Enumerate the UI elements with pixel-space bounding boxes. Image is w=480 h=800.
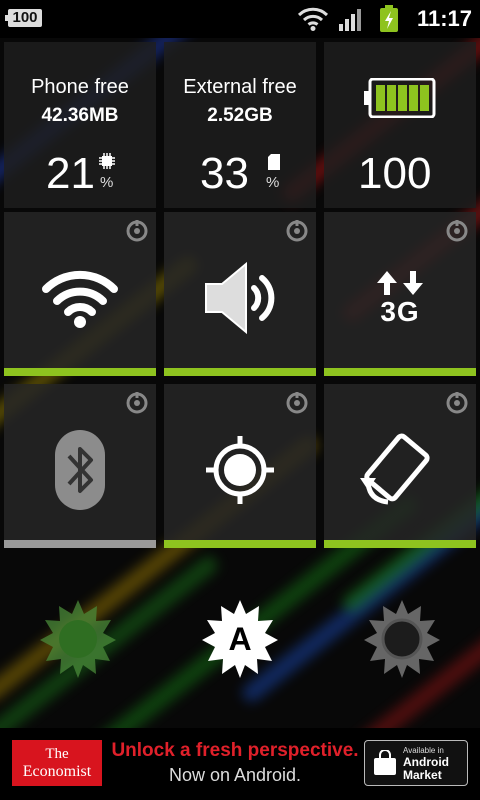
phone-free-value: 42.36MB <box>41 105 119 126</box>
gps-crosshair-icon <box>206 436 274 504</box>
market-small-text: Available in <box>403 746 444 755</box>
ad-banner[interactable]: The Economist Unlock a fresh perspective… <box>0 728 480 800</box>
mobile-data-toggle[interactable]: 3G <box>324 212 476 376</box>
ad-subline: Now on Android. <box>168 765 302 785</box>
auto-rotate-toggle[interactable] <box>324 384 476 548</box>
battery-status-icon: 100 <box>5 9 42 27</box>
brightness-auto-label: A <box>228 621 251 657</box>
sound-state-bar <box>164 368 316 376</box>
market-name-line2: Market <box>403 768 442 782</box>
external-free-percent: 33 <box>200 149 249 198</box>
market-name-line1: Android <box>403 755 449 769</box>
brightness-low-button[interactable] <box>38 598 118 678</box>
bluetooth-toggle[interactable] <box>4 384 156 548</box>
brightness-auto-button[interactable]: A <box>200 598 280 678</box>
bluetooth-state-bar <box>4 540 156 548</box>
sd-card-icon <box>268 154 280 170</box>
gps-toggle[interactable] <box>164 384 316 548</box>
settings-indicator-icon <box>446 392 468 414</box>
battery-full-icon <box>364 78 436 118</box>
external-free-label: External free <box>183 76 297 98</box>
external-storage-tile[interactable]: External free 2.52GB 33 % <box>164 42 316 208</box>
network-type-label: 3G <box>380 296 420 327</box>
ad-headline: Unlock a fresh perspective. <box>111 740 359 761</box>
clock: 11:17 <box>416 6 472 31</box>
wifi-toggle[interactable] <box>4 212 156 376</box>
settings-indicator-icon <box>286 392 308 414</box>
battery-tile[interactable]: 100 <box>324 42 476 208</box>
phone-free-percent: 21 <box>46 149 95 198</box>
screen-rotate-icon <box>360 433 430 505</box>
brightness-high-button[interactable] <box>362 598 442 678</box>
economist-logo: The Economist <box>12 740 102 786</box>
sound-toggle[interactable] <box>164 212 316 376</box>
external-percent-sign: % <box>266 174 280 191</box>
settings-indicator-icon <box>126 392 148 414</box>
android-market-badge[interactable]: Available in Android Market <box>364 740 468 786</box>
wifi-state-bar <box>4 368 156 376</box>
settings-indicator-icon <box>126 220 148 242</box>
external-free-value: 2.52GB <box>207 105 273 126</box>
settings-indicator-icon <box>286 220 308 242</box>
auto-rotate-state-bar <box>324 540 476 548</box>
bluetooth-icon <box>55 430 105 510</box>
status-bar: 100 11:17 <box>0 0 480 38</box>
signal-strength-icon <box>339 9 361 31</box>
shopping-bag-icon <box>374 750 396 775</box>
phone-free-label: Phone free <box>31 76 129 98</box>
chip-icon <box>99 153 115 169</box>
wifi-status-icon <box>297 7 329 31</box>
gps-state-bar <box>164 540 316 548</box>
settings-indicator-icon <box>446 220 468 242</box>
speaker-icon <box>205 261 275 335</box>
mobile-data-state-bar <box>324 368 476 376</box>
phone-storage-tile[interactable]: Phone free 42.36MB 21 % <box>4 42 156 208</box>
battery-charging-icon <box>380 5 398 32</box>
data-arrows-icon <box>377 271 423 295</box>
wifi-icon <box>42 270 118 328</box>
battery-percent: 100 <box>358 149 432 198</box>
phone-percent-sign: % <box>100 174 114 191</box>
